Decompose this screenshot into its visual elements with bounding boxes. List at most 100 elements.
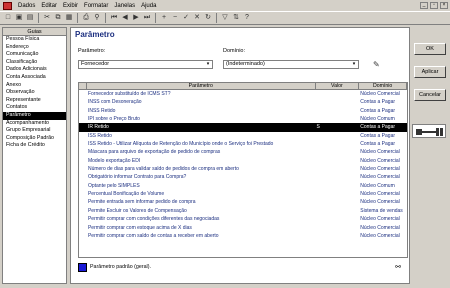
header-valor[interactable]: Valor bbox=[316, 83, 360, 89]
menu-formatar[interactable]: Formatar bbox=[81, 1, 111, 11]
table-row[interactable]: Permite Excluir os Valores de Compensaçã… bbox=[79, 207, 407, 215]
cell-valor[interactable] bbox=[316, 173, 360, 181]
cell-valor[interactable] bbox=[316, 157, 360, 165]
first-record-icon[interactable]: ⏮ bbox=[109, 13, 119, 23]
menu-editar[interactable]: Editar bbox=[38, 1, 60, 11]
cell-valor[interactable] bbox=[316, 90, 360, 98]
binoculars-icon[interactable]: ⚯ bbox=[395, 263, 401, 271]
table-row[interactable]: Permitir comprar com saldo de contas a r… bbox=[79, 232, 407, 240]
cell-parametro[interactable]: INSS com Desoneração bbox=[87, 98, 316, 106]
cell-valor[interactable] bbox=[316, 198, 360, 206]
refresh-icon[interactable]: ↻ bbox=[203, 13, 213, 23]
cell-parametro[interactable]: Permite entrada sem informar pedido de c… bbox=[87, 198, 316, 206]
cell-parametro[interactable]: IPI sobre o Preço Bruto bbox=[87, 115, 316, 123]
cell-valor[interactable] bbox=[316, 165, 360, 173]
table-row[interactable]: Percentual Bonificação de Volume Núcleo C… bbox=[79, 190, 407, 198]
cell-parametro[interactable]: Permitir comprar com estoque acima de X … bbox=[87, 224, 316, 232]
cell-valor[interactable] bbox=[316, 140, 360, 148]
table-row[interactable]: INSS Retido Contas a Pagar bbox=[79, 107, 407, 115]
cell-parametro[interactable]: INSS Retido bbox=[87, 107, 316, 115]
table-row[interactable]: Optante pelo SIMPLES Núcleo Comum bbox=[79, 182, 407, 190]
header-parametro[interactable]: Parâmetro bbox=[87, 83, 316, 89]
sidebar-item-classificacao[interactable]: Classificação bbox=[3, 59, 66, 67]
sidebar-item-dados-adicionais[interactable]: Dados Adicionais bbox=[3, 66, 66, 74]
sidebar-item-ficha-de-credito[interactable]: Ficha de Crédito bbox=[3, 142, 66, 150]
table-row[interactable]: Máscara para arquivo de exportação de pe… bbox=[79, 148, 407, 156]
cancel-edit-icon[interactable]: ✕ bbox=[192, 13, 202, 23]
cell-parametro[interactable]: IR Retido bbox=[87, 123, 316, 131]
sort-icon[interactable]: ⇅ bbox=[231, 13, 241, 23]
cell-valor[interactable]: S bbox=[316, 123, 360, 131]
menu-janelas[interactable]: Janelas bbox=[111, 1, 138, 11]
cell-parametro[interactable]: Obrigatório informar Contrato para Compr… bbox=[87, 173, 316, 181]
last-record-icon[interactable]: ⏭ bbox=[142, 13, 152, 23]
cell-parametro[interactable]: ISS Retido bbox=[87, 132, 316, 140]
sidebar-item-comunicacao[interactable]: Comunicação bbox=[3, 51, 66, 59]
ok-button[interactable]: OK bbox=[414, 43, 446, 55]
copy-icon[interactable]: ⧉ bbox=[53, 13, 63, 23]
sidebar-item-composicao-padrao[interactable]: Composição Padrão bbox=[3, 135, 66, 143]
table-row[interactable]: INSS com Desoneração Contas a Pagar bbox=[79, 98, 407, 106]
table-row[interactable]: Obrigatório informar Contrato para Compr… bbox=[79, 173, 407, 181]
menu-dados[interactable]: Dados bbox=[15, 1, 38, 11]
cell-valor[interactable] bbox=[316, 182, 360, 190]
confirm-icon[interactable]: ✓ bbox=[181, 13, 191, 23]
sidebar-item-acompanhamento[interactable]: Acompanhamento bbox=[3, 120, 66, 128]
table-row[interactable]: IPI sobre o Preço Bruto Núcleo Comum bbox=[79, 115, 407, 123]
cell-valor[interactable] bbox=[316, 132, 360, 140]
table-row[interactable]: Permitir comprar com estoque acima de X … bbox=[79, 224, 407, 232]
sidebar-item-anexo[interactable]: Anexo bbox=[3, 82, 66, 90]
paste-icon[interactable]: ▦ bbox=[64, 13, 74, 23]
header-dominio[interactable]: Domínio bbox=[359, 83, 407, 89]
cell-parametro[interactable]: Optante pelo SIMPLES bbox=[87, 182, 316, 190]
menu-exibir[interactable]: Exibir bbox=[60, 1, 81, 11]
delete-record-icon[interactable]: − bbox=[170, 13, 180, 23]
cell-parametro[interactable]: Fornecedor substituído de ICMS ST? bbox=[87, 90, 316, 98]
minimize-icon[interactable]: _ bbox=[420, 2, 428, 9]
sidebar-item-contatos[interactable]: Contatos bbox=[3, 104, 66, 112]
save-icon[interactable]: ▤ bbox=[25, 13, 35, 23]
cell-valor[interactable] bbox=[316, 98, 360, 106]
sidebar-item-conta-associada[interactable]: Conta Associada bbox=[3, 74, 66, 82]
cell-parametro[interactable]: Permitir comprar com saldo de contas a r… bbox=[87, 232, 316, 240]
domain-select[interactable]: (Indeterminado) ▾ bbox=[223, 60, 359, 69]
table-row[interactable]: ISS Retido Contas a Pagar bbox=[79, 132, 407, 140]
cell-parametro[interactable]: Modelo exportação EDI bbox=[87, 157, 316, 165]
close-icon[interactable]: × bbox=[440, 2, 448, 9]
table-row[interactable]: Permite entrada sem informar pedido de c… bbox=[79, 198, 407, 206]
edit-pencil-icon[interactable]: ✎ bbox=[373, 60, 380, 69]
menu-ajuda[interactable]: Ajuda bbox=[138, 1, 159, 11]
help-icon[interactable]: ? bbox=[242, 13, 252, 23]
cell-parametro[interactable]: Percentual Bonificação de Volume bbox=[87, 190, 316, 198]
table-row[interactable]: Permitir comprar com condições diferente… bbox=[79, 215, 407, 223]
cell-valor[interactable] bbox=[316, 207, 360, 215]
table-row[interactable]: Fornecedor substituído de ICMS ST? Núcleo… bbox=[79, 90, 407, 98]
sidebar-item-parametro[interactable]: Parâmetro bbox=[3, 111, 66, 120]
cell-valor[interactable] bbox=[316, 115, 360, 123]
print-icon[interactable]: ⎙ bbox=[81, 13, 91, 23]
sidebar-item-observacao[interactable]: Observação bbox=[3, 89, 66, 97]
chevron-down-icon[interactable]: ▾ bbox=[204, 61, 212, 68]
sidebar-item-grupo-empresarial[interactable]: Grupo Empresarial bbox=[3, 127, 66, 135]
cell-parametro[interactable]: Permite Excluir os Valores de Compensaçã… bbox=[87, 207, 316, 215]
cell-valor[interactable] bbox=[316, 215, 360, 223]
cell-parametro[interactable]: Máscara para arquivo de exportação de pe… bbox=[87, 148, 316, 156]
cell-valor[interactable] bbox=[316, 232, 360, 240]
table-row[interactable]: IR Retido S Contas a Pagar bbox=[79, 123, 407, 132]
cell-parametro[interactable]: ISS Retido - Utilizar Alíquota de Retenç… bbox=[87, 140, 316, 148]
new-icon[interactable]: □ bbox=[3, 13, 13, 23]
param-select[interactable]: Fornecedor ▾ bbox=[78, 60, 213, 69]
cut-icon[interactable]: ✂ bbox=[42, 13, 52, 23]
cell-parametro[interactable]: Número de dias para validar saldo de ped… bbox=[87, 165, 316, 173]
open-icon[interactable]: ▣ bbox=[14, 13, 24, 23]
filter-icon[interactable]: ▽ bbox=[220, 13, 230, 23]
sidebar-item-pessoa-fisica[interactable]: Pessoa Física bbox=[3, 36, 66, 44]
sidebar-item-representante[interactable]: Representante bbox=[3, 97, 66, 105]
cell-valor[interactable] bbox=[316, 190, 360, 198]
table-row[interactable]: ISS Retido - Utilizar Alíquota de Retenç… bbox=[79, 140, 407, 148]
add-record-icon[interactable]: + bbox=[159, 13, 169, 23]
chevron-down-icon[interactable]: ▾ bbox=[350, 61, 358, 68]
table-row[interactable]: Número de dias para validar saldo de ped… bbox=[79, 165, 407, 173]
cancel-button[interactable]: Cancelar bbox=[414, 89, 446, 101]
restore-icon[interactable]: ▫ bbox=[430, 2, 438, 9]
